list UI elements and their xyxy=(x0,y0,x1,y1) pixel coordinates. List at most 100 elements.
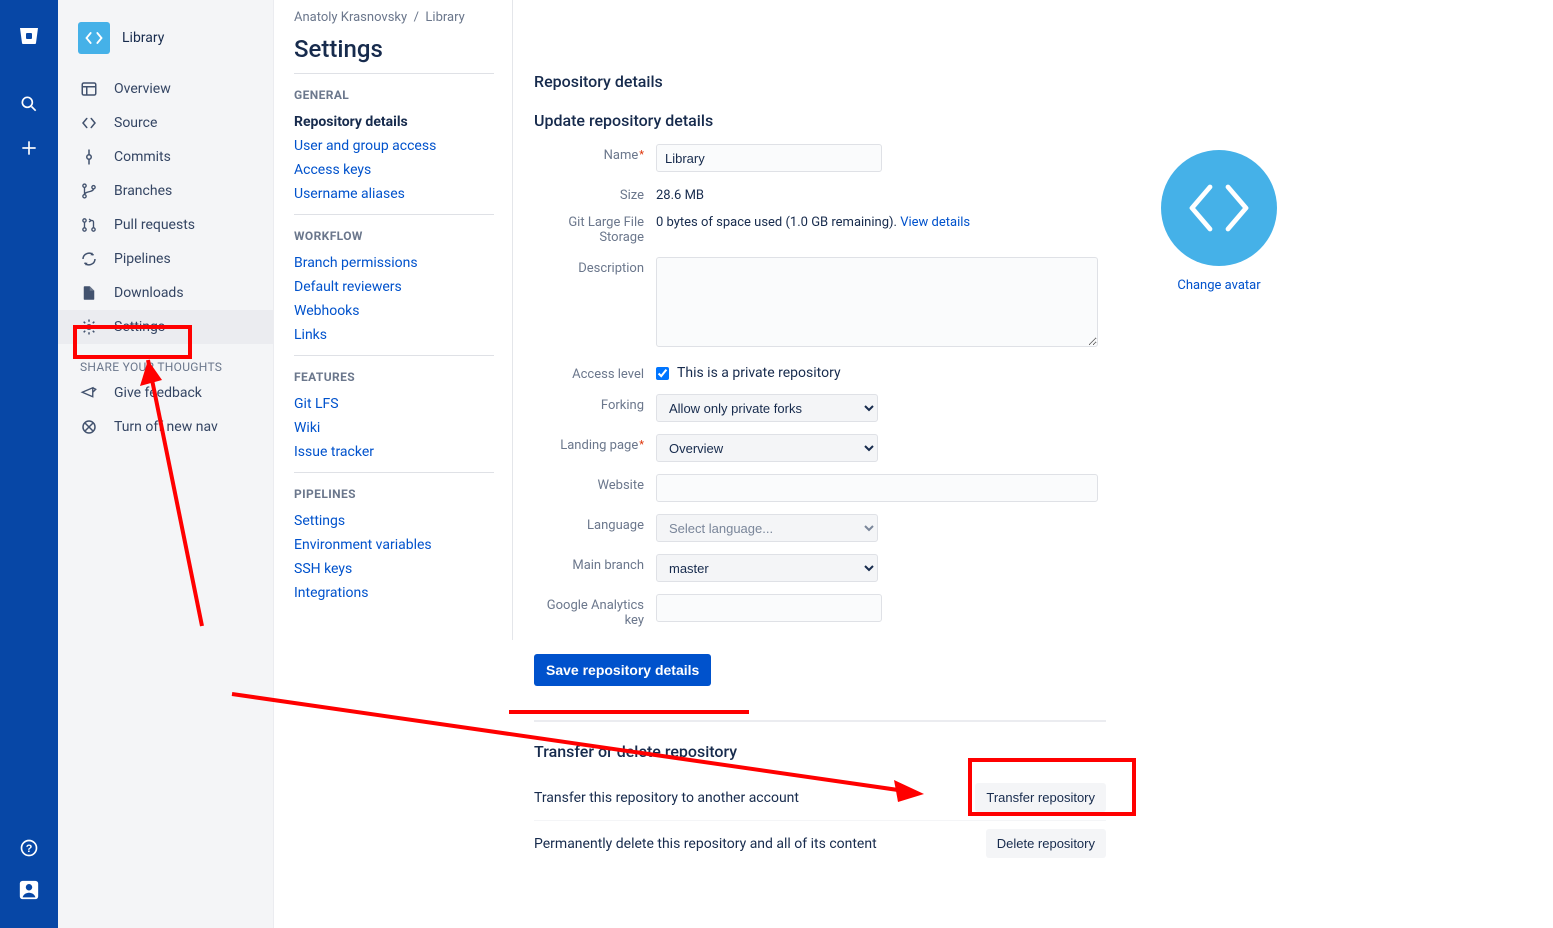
sn-heading-general: GENERAL xyxy=(294,88,494,102)
repo-name: Library xyxy=(122,30,164,46)
nav-downloads[interactable]: Downloads xyxy=(58,276,273,310)
feedback-icon xyxy=(80,384,104,402)
transfer-delete-heading: Transfer or delete repository xyxy=(534,742,1424,761)
breadcrumb-repo[interactable]: Library xyxy=(425,10,464,25)
label-website: Website xyxy=(534,474,656,493)
sn-user-group-access[interactable]: User and group access xyxy=(294,134,494,158)
nav-label: Turn off new nav xyxy=(114,419,218,435)
label-description: Description xyxy=(534,257,656,276)
section-title: Repository details xyxy=(534,72,1424,91)
nav-label: Downloads xyxy=(114,285,184,301)
pull-requests-icon xyxy=(80,216,104,234)
delete-button[interactable]: Delete repository xyxy=(986,829,1106,858)
select-landing[interactable]: Overview xyxy=(656,434,878,462)
label-size: Size xyxy=(534,184,656,203)
label-forking: Forking xyxy=(534,394,656,413)
sub-title: Update repository details xyxy=(534,111,1424,130)
sn-heading-features: FEATURES xyxy=(294,370,494,384)
select-main-branch[interactable]: master xyxy=(656,554,878,582)
sn-ssh-keys[interactable]: SSH keys xyxy=(294,557,494,581)
label-language: Language xyxy=(534,514,656,533)
nav-label: Give feedback xyxy=(114,385,202,401)
label-name: Name xyxy=(534,144,656,163)
sn-issue-tracker[interactable]: Issue tracker xyxy=(294,440,494,464)
transfer-button[interactable]: Transfer repository xyxy=(975,783,1106,812)
value-lfs: 0 bytes of space used (1.0 GB remaining)… xyxy=(656,215,970,230)
label-ga-key: Google Analytics key xyxy=(534,594,656,628)
nav-pull-requests[interactable]: Pull requests xyxy=(58,208,273,242)
sn-links[interactable]: Links xyxy=(294,323,494,347)
nav-commits[interactable]: Commits xyxy=(58,140,273,174)
change-avatar-link[interactable]: Change avatar xyxy=(1144,278,1294,293)
repo-avatar-large xyxy=(1161,150,1277,266)
save-button[interactable]: Save repository details xyxy=(534,654,711,686)
sn-access-keys[interactable]: Access keys xyxy=(294,158,494,182)
overview-icon xyxy=(80,80,104,98)
nav-settings[interactable]: Settings xyxy=(58,310,273,344)
nav-turnoff[interactable]: Turn off new nav xyxy=(58,410,273,444)
label-landing: Landing page xyxy=(534,434,656,453)
nav-branches[interactable]: Branches xyxy=(58,174,273,208)
breadcrumb-owner[interactable]: Anatoly Krasnovsky xyxy=(294,10,407,25)
settings-nav: Anatoly Krasnovsky / Library Settings GE… xyxy=(274,0,512,928)
global-sidebar: ? xyxy=(0,0,58,928)
input-website[interactable] xyxy=(656,474,1098,502)
commits-icon xyxy=(80,148,104,166)
downloads-icon xyxy=(80,284,104,302)
bitbucket-logo[interactable] xyxy=(9,16,49,56)
label-lfs: Git Large File Storage xyxy=(534,215,656,245)
nav-feedback[interactable]: Give feedback xyxy=(58,376,273,410)
input-ga-key[interactable] xyxy=(656,594,882,622)
nav-source[interactable]: Source xyxy=(58,106,273,140)
value-size: 28.6 MB xyxy=(656,184,704,203)
input-description[interactable] xyxy=(656,257,1098,347)
select-forking[interactable]: Allow only private forks xyxy=(656,394,878,422)
sn-heading-pipelines: PIPELINES xyxy=(294,487,494,501)
breadcrumb: Anatoly Krasnovsky / Library xyxy=(294,8,494,25)
nav-label: Pipelines xyxy=(114,251,171,267)
share-heading: Share your thoughts xyxy=(58,344,273,376)
nav-label: Commits xyxy=(114,149,171,165)
divider-horizontal xyxy=(534,720,1106,722)
nav-label: Branches xyxy=(114,183,172,199)
plus-icon[interactable] xyxy=(9,128,49,168)
sn-webhooks[interactable]: Webhooks xyxy=(294,299,494,323)
sn-heading-workflow: WORKFLOW xyxy=(294,229,494,243)
page-title: Settings xyxy=(294,35,494,63)
sn-integrations[interactable]: Integrations xyxy=(294,581,494,605)
input-name[interactable] xyxy=(656,144,882,172)
turnoff-icon xyxy=(80,418,104,436)
source-icon xyxy=(80,114,104,132)
avatar-panel: Change avatar xyxy=(1144,150,1294,293)
sn-repo-details[interactable]: Repository details xyxy=(294,110,494,134)
sn-wiki[interactable]: Wiki xyxy=(294,416,494,440)
nav-pipelines[interactable]: Pipelines xyxy=(58,242,273,276)
checkbox-private[interactable] xyxy=(656,367,669,380)
pipelines-icon xyxy=(80,250,104,268)
sn-git-lfs[interactable]: Git LFS xyxy=(294,392,494,416)
settings-icon xyxy=(80,318,104,336)
delete-text: Permanently delete this repository and a… xyxy=(534,836,877,852)
nav-label: Pull requests xyxy=(114,217,195,233)
sn-branch-permissions[interactable]: Branch permissions xyxy=(294,251,494,275)
divider-vertical xyxy=(512,0,513,640)
select-language[interactable]: Select language... xyxy=(656,514,878,542)
search-icon[interactable] xyxy=(9,84,49,124)
sn-username-aliases[interactable]: Username aliases xyxy=(294,182,494,206)
sn-default-reviewers[interactable]: Default reviewers xyxy=(294,275,494,299)
lfs-view-details-link[interactable]: View details xyxy=(900,215,970,230)
svg-text:?: ? xyxy=(26,843,33,855)
label-main-branch: Main branch xyxy=(534,554,656,573)
nav-label: Overview xyxy=(114,81,171,97)
checkbox-private-label: This is a private repository xyxy=(677,365,841,381)
nav-label: Source xyxy=(114,115,157,131)
repo-header: Library xyxy=(58,18,273,72)
sn-env-vars[interactable]: Environment variables xyxy=(294,533,494,557)
repo-sidebar: Library Overview Source Commits Branches… xyxy=(58,0,274,928)
transfer-text: Transfer this repository to another acco… xyxy=(534,790,799,806)
sn-pipelines-settings[interactable]: Settings xyxy=(294,509,494,533)
help-icon[interactable]: ? xyxy=(9,828,49,868)
breadcrumb-sep: / xyxy=(410,10,425,25)
nav-overview[interactable]: Overview xyxy=(58,72,273,106)
profile-icon[interactable] xyxy=(9,870,49,910)
